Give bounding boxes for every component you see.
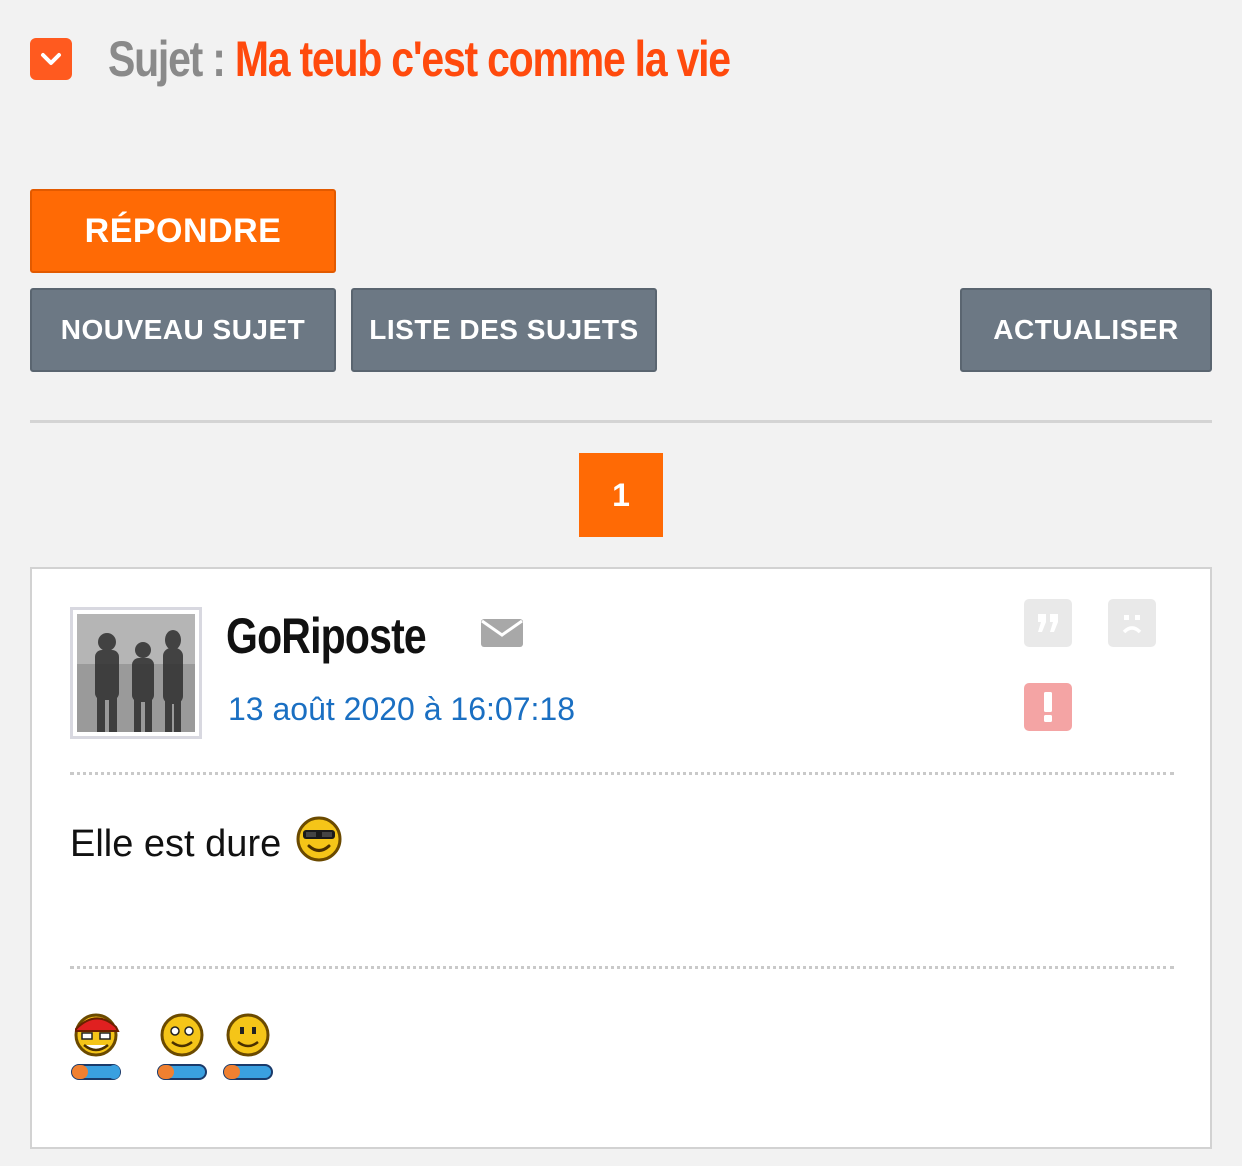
reply-button[interactable]: RÉPONDRE <box>30 189 336 273</box>
quote-icon[interactable] <box>1024 599 1072 647</box>
signature <box>68 1009 276 1090</box>
post-date-link[interactable]: 13 août 2020 à 16:07:18 <box>228 691 575 728</box>
chevron-down-icon[interactable] <box>30 38 72 80</box>
topic-prefix: Sujet : <box>108 31 235 87</box>
divider <box>30 420 1212 423</box>
topic-name: Ma teub c'est comme la vie <box>234 31 731 87</box>
new-topic-button[interactable]: NOUVEAU SUJET <box>30 288 336 372</box>
post-separator-bottom <box>70 966 1174 969</box>
post-text: Elle est dure <box>70 822 282 865</box>
author-name[interactable]: GoRiposte <box>226 607 427 665</box>
avatar-image <box>77 614 195 732</box>
mail-icon[interactable] <box>480 617 524 654</box>
topic-header: Sujet : Ma teub c'est comme la vie <box>30 24 866 94</box>
cool-sunglasses-smiley-icon <box>295 815 343 873</box>
sad-face-icon[interactable] <box>1108 599 1156 647</box>
pagination-current-page[interactable]: 1 <box>579 453 663 537</box>
post-separator-top <box>70 772 1174 775</box>
alert-icon[interactable] <box>1024 683 1072 731</box>
refresh-button[interactable]: ACTUALISER <box>960 288 1212 372</box>
post-body: Elle est dure <box>70 815 343 873</box>
gamer-cap-smiley-icon <box>68 1009 124 1090</box>
gamer-smiley-icon <box>220 1009 276 1090</box>
page-title: Sujet : Ma teub c'est comme la vie <box>108 30 731 88</box>
topic-list-button[interactable]: LISTE DES SUJETS <box>351 288 657 372</box>
gamer-smiley-icon <box>154 1009 210 1090</box>
post-card: GoRiposte 13 août 2020 à 16:07:18 Elle e… <box>30 567 1212 1149</box>
avatar[interactable] <box>70 607 202 739</box>
